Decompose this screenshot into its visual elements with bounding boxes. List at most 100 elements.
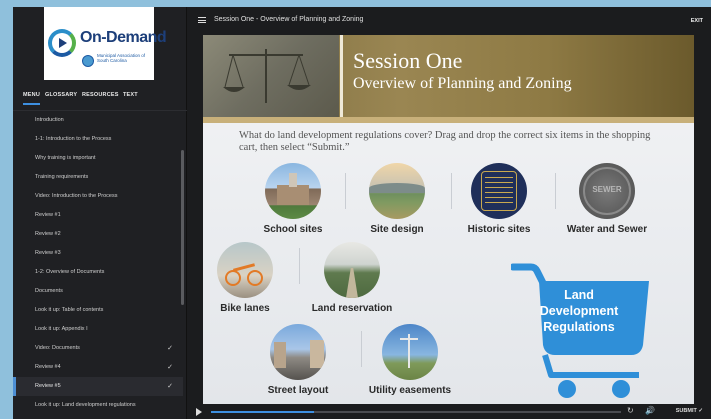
hamburger-menu-icon[interactable] (198, 17, 206, 23)
progress-bar[interactable] (211, 411, 621, 413)
menu-item-label: Review #4 (35, 364, 61, 370)
menu-item-label: Why training is important (35, 155, 96, 161)
menu-list: Introduction 1-1: Introduction to the Pro… (13, 111, 183, 419)
progress-fill (211, 411, 314, 413)
drag-item-bike-lanes[interactable]: Bike lanes (215, 242, 275, 314)
item-label: School sites (263, 224, 323, 235)
menu-item[interactable]: Review #3 (13, 244, 183, 263)
power-lines-icon (382, 324, 438, 380)
logo-play-icon (59, 38, 67, 48)
banner-photo (203, 35, 339, 117)
menu-item[interactable]: Video: Documents ✓ (13, 339, 183, 358)
slide-subtitle: Overview of Planning and Zoning (353, 75, 572, 92)
item-label: Water and Sewer (566, 224, 648, 235)
course-title: Session One - Overview of Planning and Z… (214, 16, 364, 23)
tab-menu[interactable]: MENU (23, 92, 40, 105)
menu-item[interactable]: Why training is important (13, 149, 183, 168)
landscape-icon (369, 163, 425, 219)
menu-item-label: Video: Documents (35, 345, 80, 351)
submit-label: SUBMIT (675, 408, 697, 414)
submit-check-icon: ✓ (698, 408, 703, 414)
menu-item-label: Look it up: Appendix I (35, 326, 88, 332)
menu-item-label: 1-2: Overview of Documents (35, 269, 105, 275)
scales-of-justice-icon (223, 49, 311, 103)
drag-item-historic-sites[interactable]: Historic sites (467, 163, 531, 235)
menu-item[interactable]: Look it up: Table of contents (13, 301, 183, 320)
menu-item-label: Look it up: Land development regulations (35, 402, 136, 408)
replay-icon[interactable]: ↻ (627, 406, 634, 415)
menu-item[interactable]: 1-2: Overview of Documents (13, 263, 183, 282)
sidebar: On-Demand Municipal Association of South… (13, 7, 187, 419)
item-label: Bike lanes (220, 303, 270, 314)
menu-item[interactable]: Introduction (13, 111, 183, 130)
menu-item[interactable]: Look it up: Appendix I (13, 320, 183, 339)
sidebar-tabs: MENU GLOSSARY RESOURCES TEXT (13, 81, 187, 111)
item-divider (345, 173, 346, 209)
drag-item-street-layout[interactable]: Street layout (263, 324, 333, 396)
volume-icon[interactable]: 🔊 (645, 406, 655, 415)
player-window: On-Demand Municipal Association of South… (13, 7, 711, 419)
slide-banner: Session One Overview of Planning and Zon… (203, 35, 694, 117)
tab-resources[interactable]: RESOURCES (82, 92, 119, 98)
historic-marker-icon (471, 163, 527, 219)
play-icon[interactable] (196, 408, 202, 416)
player-controls: ↻ 🔊 SUBMIT ✓ (187, 404, 711, 419)
item-label: Street layout (267, 385, 329, 396)
top-bar: Session One - Overview of Planning and Z… (187, 7, 711, 35)
logo-subtitle: Municipal Association of South Carolina (97, 53, 146, 63)
street-icon (270, 324, 326, 380)
logo: On-Demand Municipal Association of South… (44, 7, 167, 80)
menu-item[interactable]: Look it up: Land development regulations (13, 396, 183, 415)
slide: Session One Overview of Planning and Zon… (203, 35, 694, 404)
sidebar-scrollbar[interactable] (181, 150, 184, 305)
item-label: Site design (370, 224, 424, 235)
trail-icon (324, 242, 380, 298)
menu-item-label: Documents (35, 288, 63, 294)
tab-glossary[interactable]: GLOSSARY (45, 92, 77, 98)
exit-button[interactable]: EXIT (691, 18, 703, 24)
menu-item-label: Training requirements (35, 174, 89, 180)
menu-item-label: Look it up: Table of contents (35, 307, 104, 313)
tab-text[interactable]: TEXT (123, 92, 138, 98)
menu-item[interactable]: Documents (13, 282, 183, 301)
bicycle-icon (217, 242, 273, 298)
menu-item-label: Review #3 (35, 250, 61, 256)
manhole-cover-icon: SEWER (579, 163, 635, 219)
menu-item-label: Video: Introduction to the Process (35, 193, 118, 199)
submit-button[interactable]: SUBMIT ✓ (676, 408, 703, 414)
instructions-text: What do land development regulations cov… (239, 130, 651, 153)
menu-item[interactable]: Review #1 (13, 206, 183, 225)
menu-item[interactable]: Review #5 ✓ (13, 377, 183, 396)
slide-title: Session One (353, 48, 463, 73)
item-label: Historic sites (467, 224, 531, 235)
menu-item[interactable]: Look it up: Historic Preservation Ordina… (13, 415, 183, 419)
checkmark-icon: ✓ (167, 345, 173, 352)
menu-item[interactable]: 1-1: Introduction to the Process (13, 130, 183, 149)
manhole-text: SEWER (592, 185, 622, 194)
item-label: Land reservation (311, 303, 393, 314)
drag-item-school-sites[interactable]: School sites (261, 163, 325, 235)
item-divider (451, 173, 452, 209)
seal-icon (82, 55, 94, 67)
menu-item-label: Review #2 (35, 231, 61, 237)
checkmark-icon: ✓ (167, 364, 173, 371)
drag-item-water-and-sewer[interactable]: SEWER Water and Sewer (565, 163, 649, 235)
menu-item[interactable]: Review #4 ✓ (13, 358, 183, 377)
item-divider (299, 248, 300, 284)
drag-item-utility-easements[interactable]: Utility easements (367, 324, 453, 396)
checkmark-icon: ✓ (167, 383, 173, 390)
banner-divider (340, 35, 343, 117)
drag-item-site-design[interactable]: Site design (365, 163, 429, 235)
item-label: Utility easements (368, 385, 452, 396)
menu-item-label: Introduction (35, 117, 64, 123)
drag-item-land-reservation[interactable]: Land reservation (307, 242, 397, 314)
logo-title: On-Demand (80, 29, 167, 46)
menu-item[interactable]: Review #2 (13, 225, 183, 244)
item-divider (555, 173, 556, 209)
banner-stripe (203, 117, 694, 123)
menu-item[interactable]: Video: Introduction to the Process (13, 187, 183, 206)
menu-item-label: Review #1 (35, 212, 61, 218)
menu-item-label: Review #5 (35, 383, 61, 389)
menu-item[interactable]: Training requirements (13, 168, 183, 187)
menu-item-label: 1-1: Introduction to the Process (35, 136, 112, 142)
